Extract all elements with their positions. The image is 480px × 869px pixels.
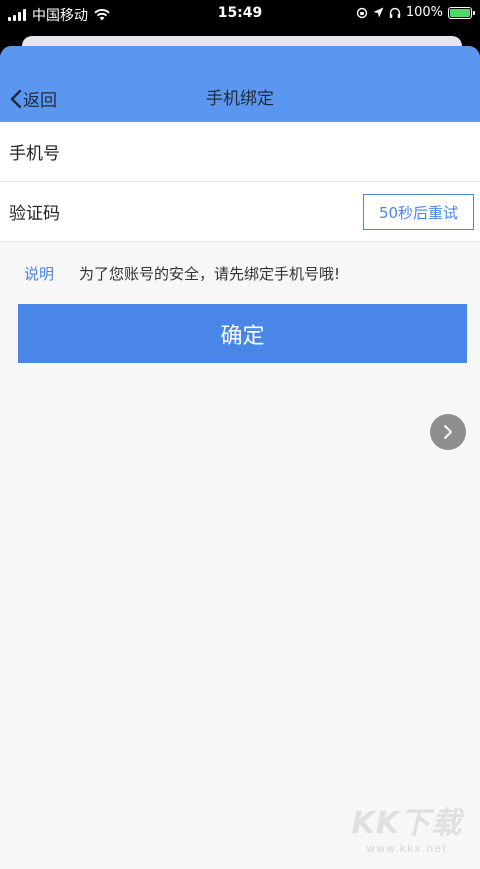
chevron-right-icon <box>444 425 452 439</box>
note-text: 为了您账号的安全，请先绑定手机号哦! <box>79 264 341 283</box>
phone-screen: 中国移动 15:49 100% 返回 手机绑定 手机号 验证码 50秒后重试 说… <box>0 0 480 869</box>
headphones-icon <box>389 7 401 18</box>
phone-label: 手机号 <box>9 144 60 164</box>
resend-code-button[interactable]: 50秒后重试 <box>363 194 474 230</box>
note: 说明 为了您账号的安全，请先绑定手机号哦! <box>0 242 480 304</box>
status-right: 100% <box>356 5 475 20</box>
note-label: 说明 <box>24 264 55 283</box>
page-title: 手机绑定 <box>206 89 274 109</box>
rotation-lock-icon <box>356 7 368 18</box>
bind-phone-sheet: 返回 手机绑定 手机号 验证码 50秒后重试 说明 为了您账号的安全，请先绑定手… <box>0 46 480 869</box>
nav-bar: 返回 手机绑定 <box>0 46 480 122</box>
code-label: 验证码 <box>9 204 60 224</box>
watermark-url: www.kkx.net <box>366 842 448 855</box>
battery-percent: 100% <box>405 5 443 20</box>
battery-icon <box>448 6 475 19</box>
phone-input[interactable] <box>99 131 480 172</box>
watermark-logo: KK下载 <box>351 806 462 841</box>
confirm-button[interactable]: 确定 <box>18 304 467 363</box>
floating-next-button[interactable] <box>430 414 466 450</box>
battery-fill <box>450 8 470 17</box>
watermark: KK下载 www.kkx.net <box>352 798 463 855</box>
phone-row: 手机号 <box>0 122 480 182</box>
location-icon <box>373 7 384 18</box>
status-bar: 中国移动 15:49 100% <box>0 0 480 28</box>
code-row: 验证码 50秒后重试 <box>0 182 480 242</box>
